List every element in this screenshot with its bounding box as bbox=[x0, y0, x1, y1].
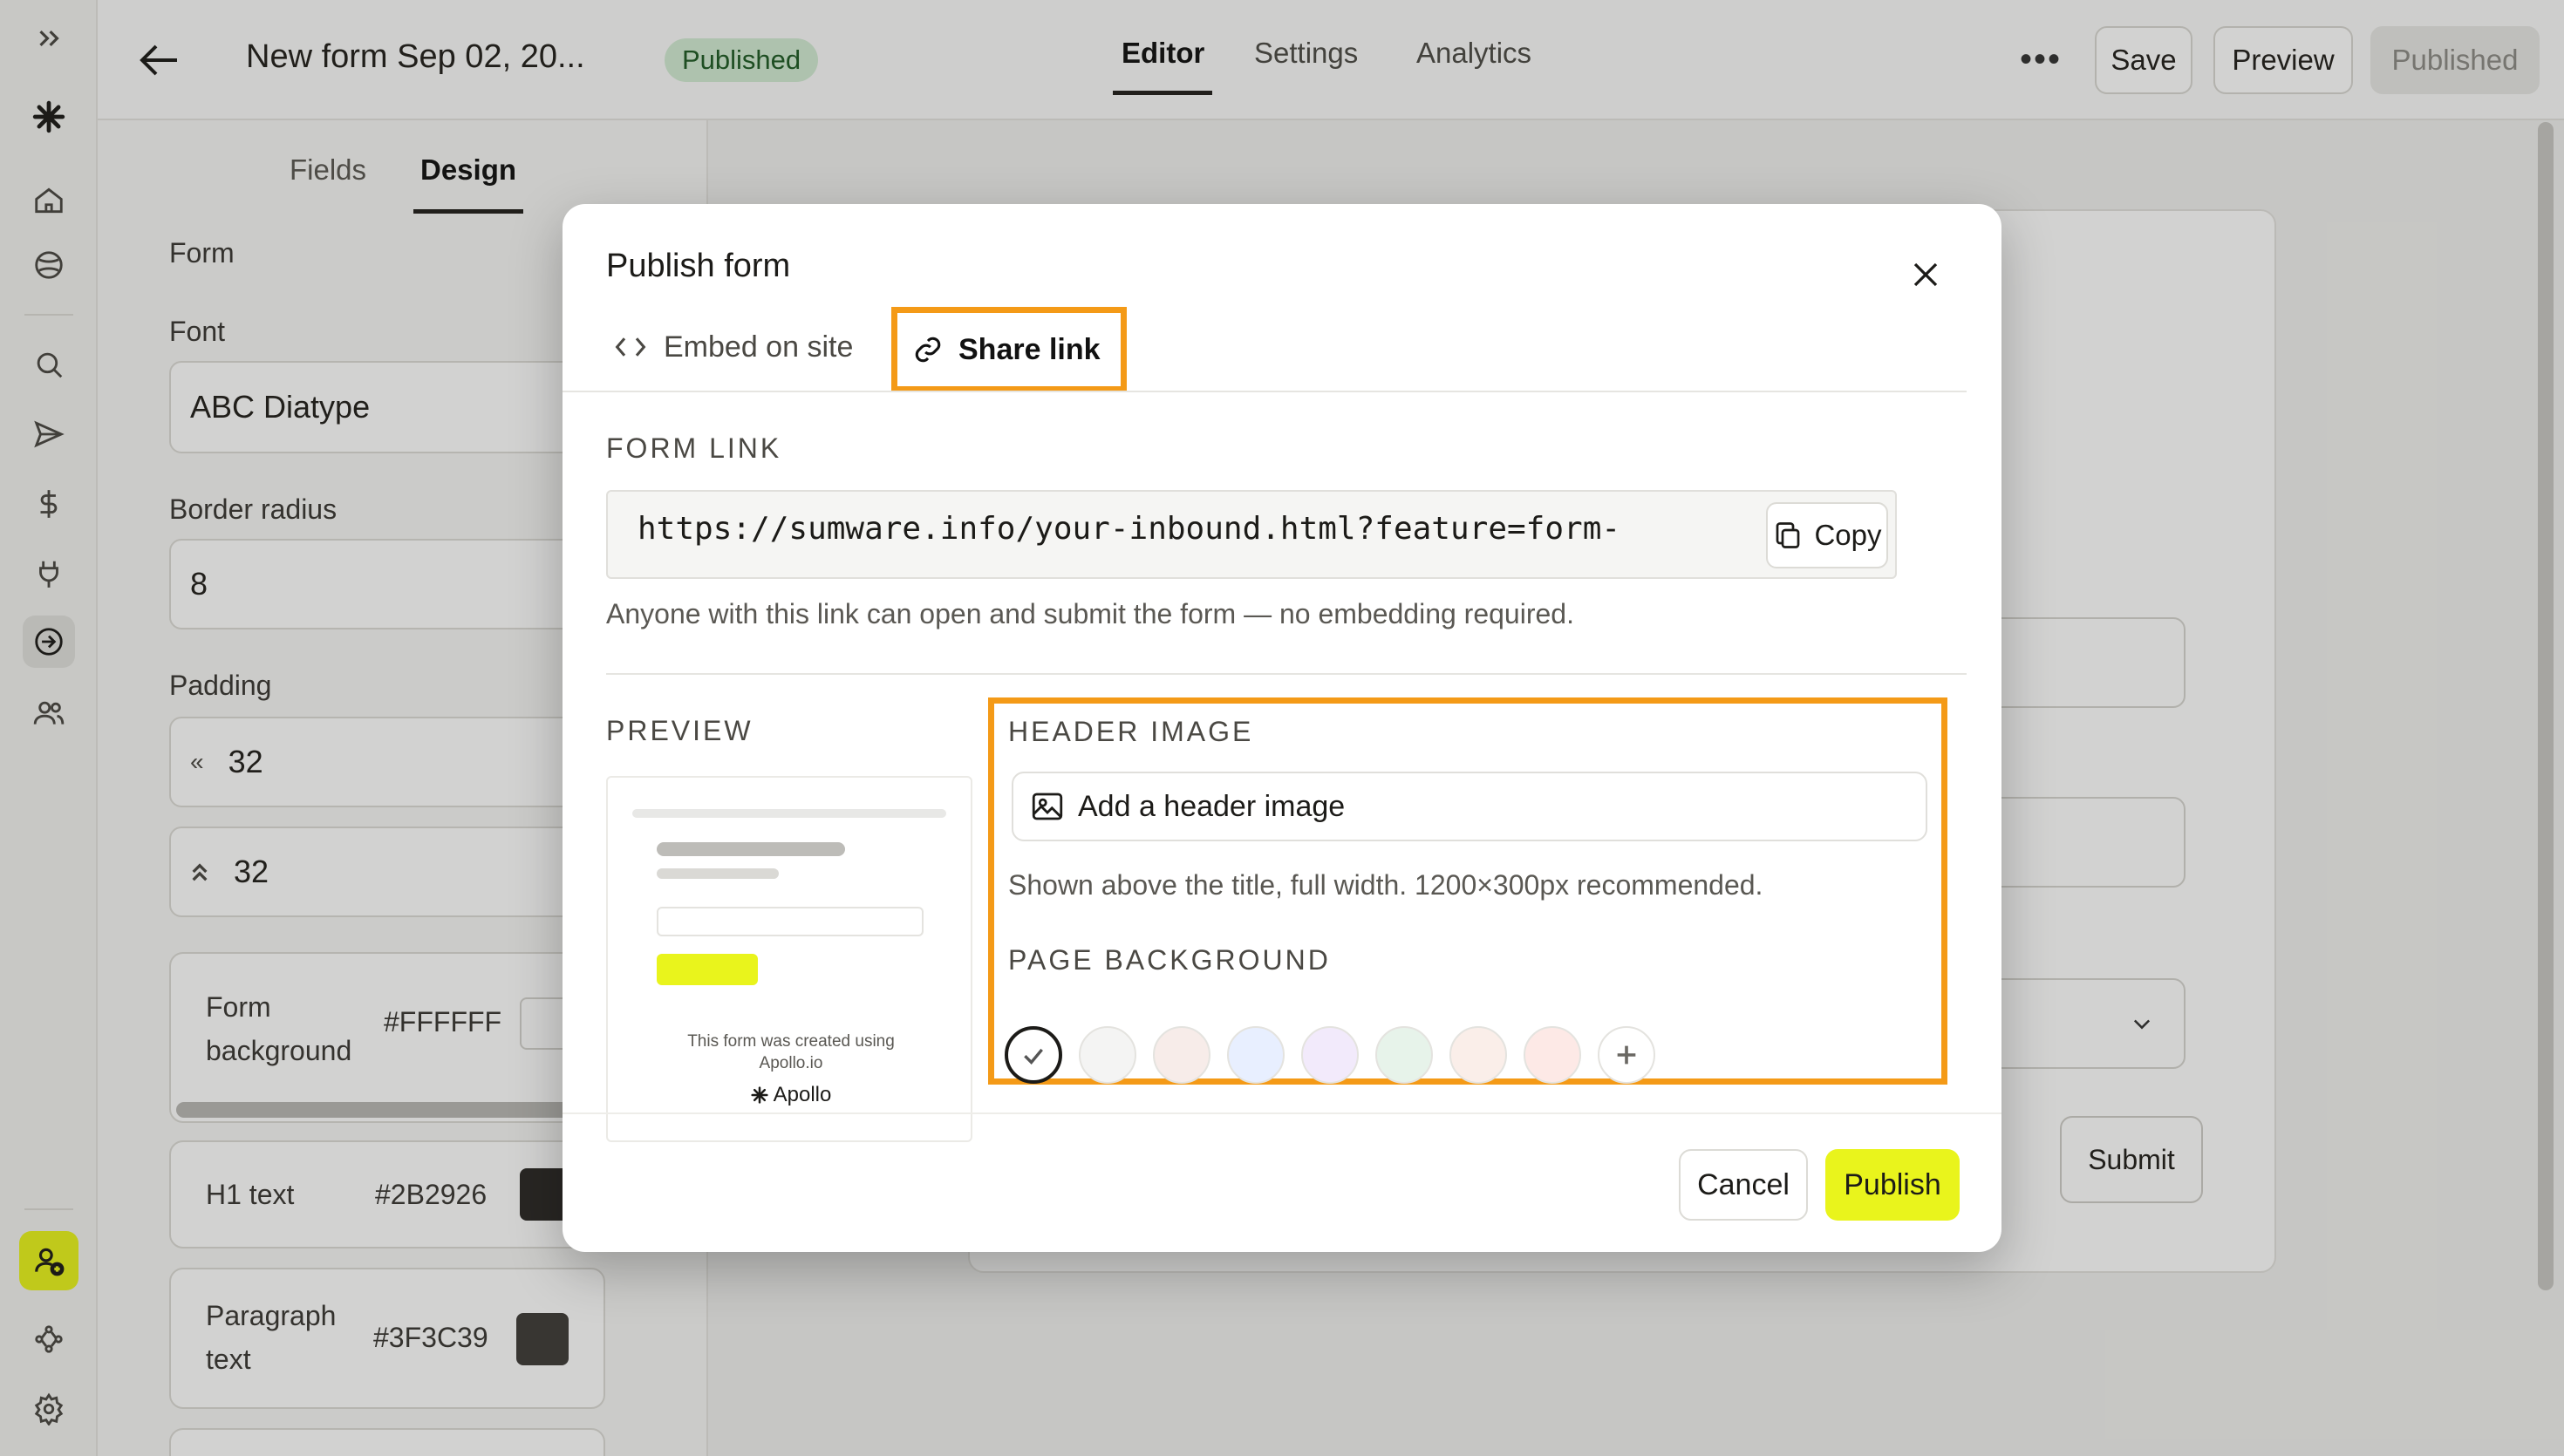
background-swatch[interactable] bbox=[1301, 1026, 1359, 1084]
form-link-field[interactable]: https://sumware.info/your-inbound.html?f… bbox=[606, 490, 1897, 579]
background-swatch[interactable] bbox=[1524, 1026, 1581, 1084]
tab-divider bbox=[563, 391, 1967, 392]
tab-share-label: Share link bbox=[958, 332, 1101, 366]
tab-share-link[interactable]: Share link bbox=[891, 307, 1127, 392]
cancel-button[interactable]: Cancel bbox=[1679, 1149, 1808, 1221]
form-preview-thumbnail: This form was created using Apollo.io Ap… bbox=[606, 776, 972, 1142]
page-background-label: PAGE BACKGROUND bbox=[1008, 944, 1331, 976]
add-color-icon[interactable] bbox=[1598, 1026, 1655, 1084]
add-header-image-button[interactable]: Add a header image bbox=[1012, 772, 1927, 841]
preview-header-bar bbox=[632, 809, 946, 818]
preview-title-line bbox=[657, 842, 845, 856]
header-image-help: Shown above the title, full width. 1200×… bbox=[1008, 869, 1763, 901]
header-image-section: HEADER IMAGE Add a header image Shown ab… bbox=[988, 697, 1947, 1085]
preview-footer: This form was created using Apollo.io bbox=[687, 1032, 895, 1072]
section-divider bbox=[606, 673, 1967, 675]
background-swatch[interactable] bbox=[1227, 1026, 1285, 1084]
preview-subtitle-line bbox=[657, 868, 779, 879]
copy-icon bbox=[1772, 520, 1804, 551]
code-brackets-icon bbox=[613, 335, 648, 359]
close-icon[interactable] bbox=[1897, 246, 1954, 303]
copy-label: Copy bbox=[1814, 519, 1882, 551]
link-help-text: Anyone with this link can open and submi… bbox=[606, 598, 1574, 629]
background-swatch-selected[interactable] bbox=[1005, 1026, 1062, 1084]
preview-label: PREVIEW bbox=[606, 715, 754, 746]
apollo-mark-icon bbox=[751, 1086, 768, 1104]
publish-form-dialog: Publish form Embed on site Share link FO… bbox=[563, 204, 2001, 1252]
preview-input bbox=[657, 907, 924, 936]
background-swatch[interactable] bbox=[1153, 1026, 1210, 1084]
copy-button[interactable]: Copy bbox=[1766, 502, 1888, 568]
image-icon bbox=[1029, 788, 1066, 825]
tab-embed-label: Embed on site bbox=[664, 330, 854, 364]
link-icon bbox=[913, 335, 943, 364]
tab-embed-on-site[interactable]: Embed on site bbox=[597, 307, 869, 387]
publish-button[interactable]: Publish bbox=[1825, 1149, 1960, 1221]
background-swatch[interactable] bbox=[1079, 1026, 1136, 1084]
add-header-label: Add a header image bbox=[1078, 789, 1346, 823]
background-swatch[interactable] bbox=[1449, 1026, 1507, 1084]
dialog-footer-divider bbox=[563, 1112, 2001, 1114]
header-image-label: HEADER IMAGE bbox=[1008, 716, 1254, 747]
background-swatch[interactable] bbox=[1375, 1026, 1433, 1084]
form-link-label: FORM LINK bbox=[606, 432, 782, 464]
checkmark-icon bbox=[1024, 1048, 1043, 1065]
preview-button bbox=[657, 954, 758, 985]
dialog-title: Publish form bbox=[606, 248, 791, 284]
preview-brand: Apollo bbox=[608, 1083, 971, 1107]
form-link-url[interactable]: https://sumware.info/your-inbound.html?f… bbox=[638, 511, 1771, 547]
